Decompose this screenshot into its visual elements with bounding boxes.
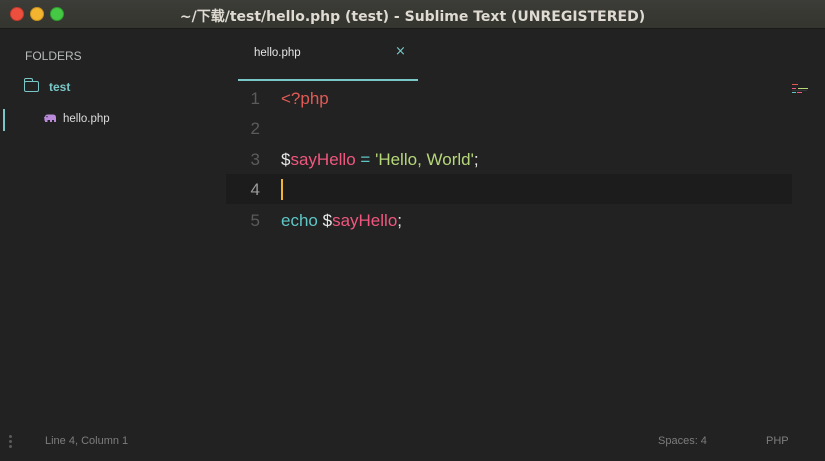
line-number: 2 [250, 119, 260, 138]
sidebar-toggle-grip-icon[interactable] [9, 435, 12, 451]
line-number: 3 [250, 150, 260, 169]
window-title: ~/下载/test/hello.php (test) - Sublime Tex… [179, 9, 646, 25]
variable-sigil: $ [322, 211, 333, 230]
syntax-selector[interactable]: PHP [766, 435, 789, 447]
code-editor[interactable]: 1 <?php 2 3 $sayHello = 'Hello, World'; … [226, 81, 792, 426]
current-code-line: 4 [226, 174, 792, 204]
code-text: echo $sayHello; [281, 211, 402, 231]
sidebar-file-hello-php[interactable]: hello.php [0, 109, 226, 131]
indentation-setting[interactable]: Spaces: 4 [658, 435, 707, 447]
code-text: $sayHello = 'Hello, World'; [281, 150, 479, 170]
semicolon: ; [397, 211, 403, 230]
minimap-line [792, 92, 796, 93]
minimap-line [792, 88, 796, 89]
tab-label: hello.php [254, 47, 301, 59]
cursor-position: Line 4, Column 1 [45, 435, 129, 447]
minimap-line [792, 84, 798, 85]
tab-close-icon[interactable]: × [395, 44, 406, 60]
php-open-tag: <?php [281, 89, 329, 108]
code-line: 1 <?php [226, 83, 792, 113]
minimap-line [797, 92, 802, 93]
assignment-operator: = [360, 150, 371, 169]
tab-hello-php[interactable]: hello.php × [238, 29, 418, 81]
editor-window: ~/下载/test/hello.php (test) - Sublime Tex… [0, 0, 825, 461]
folders-header: FOLDERS [25, 49, 82, 63]
variable-name: sayHello [332, 211, 398, 230]
minimap-line [798, 88, 808, 89]
sidebar-folder-label: test [49, 80, 71, 94]
php-elephant-icon [44, 114, 56, 122]
minimap-line [792, 90, 807, 91]
variable-name: sayHello [290, 150, 356, 169]
semicolon: ; [473, 150, 479, 169]
code-line: 5 echo $sayHello; [226, 205, 792, 235]
code-line: 3 $sayHello = 'Hello, World'; [226, 144, 792, 174]
string-literal: 'Hello, World' [375, 150, 474, 169]
line-number: 4 [250, 180, 260, 199]
tab-bar: hello.php × [226, 29, 825, 81]
title-bar: ~/下载/test/hello.php (test) - Sublime Tex… [0, 0, 825, 29]
line-number: 1 [250, 89, 260, 108]
echo-keyword: echo [281, 211, 318, 230]
status-bar: Line 4, Column 1 Spaces: 4 PHP [0, 426, 825, 461]
folder-icon [23, 78, 39, 92]
line-number: 5 [250, 211, 260, 230]
sidebar-file-label: hello.php [63, 113, 110, 125]
text-caret [281, 179, 283, 200]
code-text: <?php [281, 89, 329, 109]
minimap[interactable] [792, 81, 825, 426]
sidebar: FOLDERS test hello.php [0, 29, 226, 426]
code-line: 2 [226, 113, 792, 143]
active-file-indicator [3, 109, 5, 131]
